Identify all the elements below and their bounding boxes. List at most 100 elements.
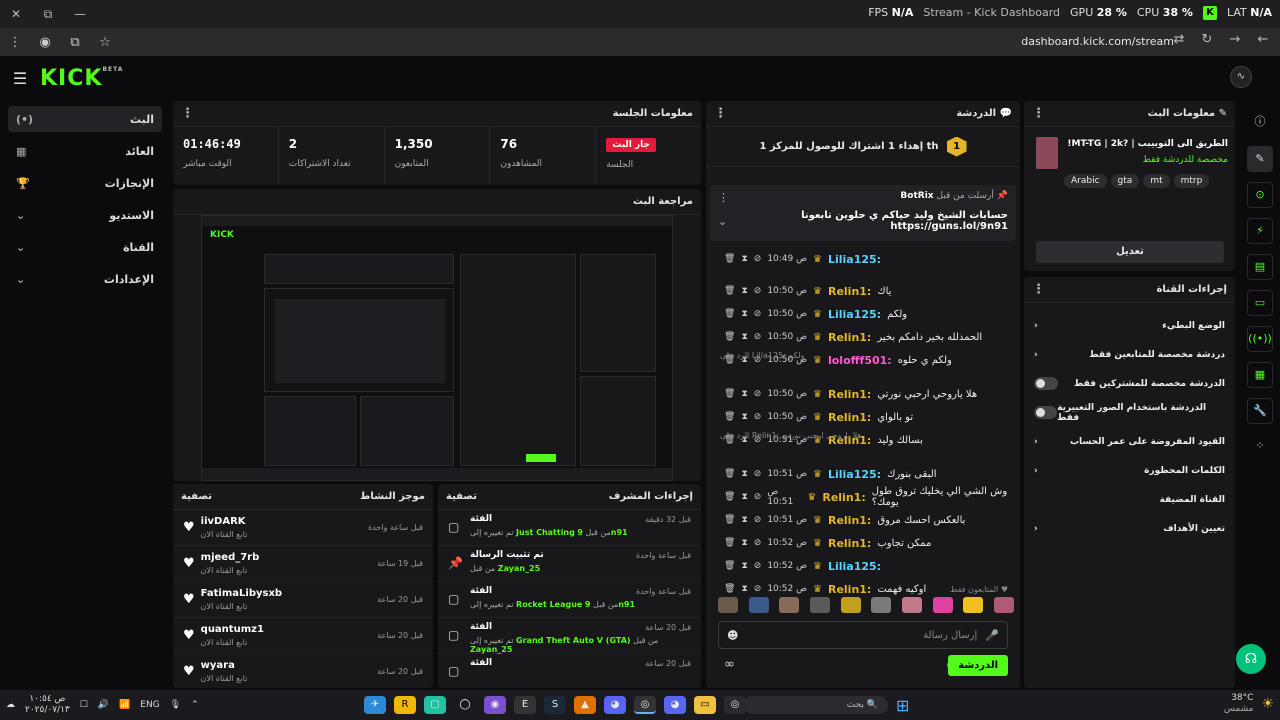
ban-icon[interactable]: ⊘ <box>754 332 762 342</box>
weather-widget[interactable]: 38°C مشمس ☀ <box>1224 693 1274 715</box>
minimize-icon[interactable]: — <box>64 7 96 21</box>
ban-icon[interactable]: ⊘ <box>754 254 762 264</box>
chat-input[interactable]: ☻ إرسال رسالة 🎤 <box>718 621 1008 649</box>
emote-icon[interactable] <box>779 597 800 613</box>
emote-icon[interactable] <box>809 597 830 613</box>
infinity-icon[interactable]: ∞ <box>724 657 735 672</box>
hamburger-menu-icon[interactable]: ☰ <box>0 69 40 88</box>
channel-action-followers-only[interactable]: › دردشة مخصصة للمتابعين فقط <box>1024 340 1235 369</box>
ban-icon[interactable]: ⊘ <box>754 412 762 422</box>
filter-button[interactable]: تصفية <box>181 491 212 502</box>
subs-only-toggle[interactable] <box>1034 377 1058 390</box>
taskbar-app-green[interactable]: ▢ <box>424 696 446 714</box>
ban-icon[interactable]: ⊘ <box>754 469 762 479</box>
tag[interactable]: mt <box>1143 174 1170 188</box>
taskbar-app-files[interactable]: ▭ <box>694 696 716 714</box>
speaker-icon[interactable]: 🔊 <box>98 700 109 710</box>
timeout-icon[interactable]: ⧗ <box>741 332 747 342</box>
activity-user[interactable]: iivDARK <box>201 516 248 527</box>
timeout-icon[interactable]: ⧗ <box>741 515 747 525</box>
channel-action-goals[interactable]: › تعيين الأهداف <box>1024 514 1235 543</box>
more-options-icon[interactable]: ⋮ <box>181 106 194 121</box>
clock[interactable]: ص ١٠:٥٤ ٢٠٢٥/٠٧/١٣ <box>25 694 70 716</box>
info-icon[interactable]: ⓘ <box>1247 110 1273 136</box>
channel-action-account-age[interactable]: › القيود المفروضة على عمر الحساب <box>1024 427 1235 456</box>
taskbar-search[interactable]: بحث 🔍 <box>744 696 888 714</box>
delete-icon[interactable]: 🗑 <box>724 286 735 296</box>
timeout-icon[interactable]: ⧗ <box>741 584 747 594</box>
wifi-icon[interactable]: 📶 <box>119 700 130 710</box>
timeout-icon[interactable]: ⧗ <box>741 412 747 422</box>
delete-icon[interactable]: 🗑 <box>724 389 735 399</box>
channel-action-subs-only[interactable]: الدردشة مخصصة للمشتركين فقط <box>1024 369 1235 398</box>
timeout-icon[interactable]: ⧗ <box>741 389 747 399</box>
message-user[interactable]: Relin1: <box>828 285 871 298</box>
edit-stream-button[interactable]: تعديل <box>1036 241 1224 263</box>
activity-user[interactable]: mjeed_7rb <box>201 552 260 563</box>
tag[interactable]: mtrp <box>1173 174 1210 188</box>
mic-icon[interactable]: 🎤 <box>985 629 999 642</box>
message-user[interactable]: Lilia125: <box>828 308 881 321</box>
back-icon[interactable]: ← <box>1252 32 1274 47</box>
taskbar-app-vpn[interactable]: ◉ <box>484 696 506 714</box>
sidebar-item-stream[interactable]: (•) البث <box>8 106 162 132</box>
reload-icon[interactable]: ↻ <box>1196 32 1218 47</box>
chat-send-button[interactable]: الدردشة <box>948 655 1008 676</box>
pinned-message[interactable]: ⋮ BotRix أرسلت من قبل 📌 حسابات الشيخ وليد… <box>710 185 1016 241</box>
reply-reference[interactable]: الرد على Relin1: هلا ياروحي ارحبي نورتي <box>720 431 862 440</box>
document-icon[interactable]: ▤ <box>1247 254 1273 280</box>
pinned-by-user[interactable]: BotRix <box>900 191 933 201</box>
sidebar-item-studio[interactable]: ⌄ الاستديو <box>8 202 162 228</box>
taskbar-app-github[interactable]: ◯ <box>454 696 476 714</box>
delete-icon[interactable]: 🗑 <box>724 309 735 319</box>
message-user[interactable]: Relin1: <box>828 514 871 527</box>
delete-icon[interactable]: 🗑 <box>724 538 735 548</box>
taskbar-app-vlc[interactable]: ▲ <box>574 696 596 714</box>
sidebar-item-achievements[interactable]: 🏆 الإنجازات <box>8 170 162 196</box>
windows-start-icon[interactable]: ⊞ <box>896 696 909 715</box>
taskbar-app-discord2[interactable]: ◕ <box>664 696 686 714</box>
timeout-icon[interactable]: ⧗ <box>741 538 747 548</box>
delete-icon[interactable]: 🗑 <box>724 561 735 571</box>
user-avatar[interactable]: ∿ <box>1230 66 1252 88</box>
ban-icon[interactable]: ⊘ <box>754 561 762 571</box>
tag[interactable]: gta <box>1110 174 1140 188</box>
sidebar-item-revenue[interactable]: ▦ العائد <box>8 138 162 164</box>
ban-icon[interactable]: ⊘ <box>754 389 762 399</box>
emote-icon[interactable] <box>718 597 738 613</box>
broadcast-icon[interactable]: ((•)) <box>1247 326 1273 352</box>
bookmark-star-icon[interactable]: ☆ <box>90 35 120 50</box>
message-user[interactable]: Relin1: <box>822 491 865 504</box>
emotes-only-toggle[interactable] <box>1034 406 1058 419</box>
ban-icon[interactable]: ⊘ <box>754 515 762 525</box>
emote-icon[interactable] <box>932 597 953 613</box>
emote-icon[interactable] <box>748 597 769 613</box>
message-user[interactable]: Lilia125: <box>828 468 881 481</box>
sidebar-item-settings[interactable]: ⌄ الإعدادات <box>8 266 162 292</box>
emote-icon[interactable] <box>840 597 861 613</box>
message-user[interactable]: Relin1: <box>828 411 871 424</box>
ban-icon[interactable]: ⊘ <box>754 286 762 296</box>
message-user[interactable]: Lilia125: <box>828 560 881 573</box>
extensions-icon[interactable]: ⧉ <box>60 35 90 50</box>
layout-icon[interactable]: ▦ <box>1247 362 1273 388</box>
message-user[interactable]: Relin1: <box>828 331 871 344</box>
taskbar-app-chrome2[interactable]: ◎ <box>724 696 746 714</box>
wrench-icon[interactable]: 🔧 <box>1247 398 1273 424</box>
more-options-icon[interactable]: ⋮ <box>714 106 727 121</box>
message-user[interactable]: Lilia125: <box>828 253 881 266</box>
timeout-icon[interactable]: ⧗ <box>741 492 747 502</box>
more-options-icon[interactable]: ⋮ <box>1032 106 1045 121</box>
taskbar-app-chrome[interactable]: ◎ <box>634 696 656 714</box>
mod-by[interactable]: Zayan_25 <box>470 645 512 654</box>
tag[interactable]: Arabic <box>1064 174 1107 188</box>
notification-icon[interactable]: ☐ <box>80 700 88 710</box>
message-user[interactable]: Relin1: <box>828 537 871 550</box>
language-indicator[interactable]: ENG <box>140 700 159 710</box>
chevron-up-icon[interactable]: ⌃ <box>191 700 199 710</box>
timeout-icon[interactable]: ⧗ <box>741 561 747 571</box>
taskbar-app-rockstar[interactable]: R <box>394 696 416 714</box>
delete-icon[interactable]: 🗑 <box>724 584 735 594</box>
more-options-icon[interactable]: ⋮ <box>718 191 729 204</box>
lightning-icon[interactable]: ⚡ <box>1247 218 1273 244</box>
